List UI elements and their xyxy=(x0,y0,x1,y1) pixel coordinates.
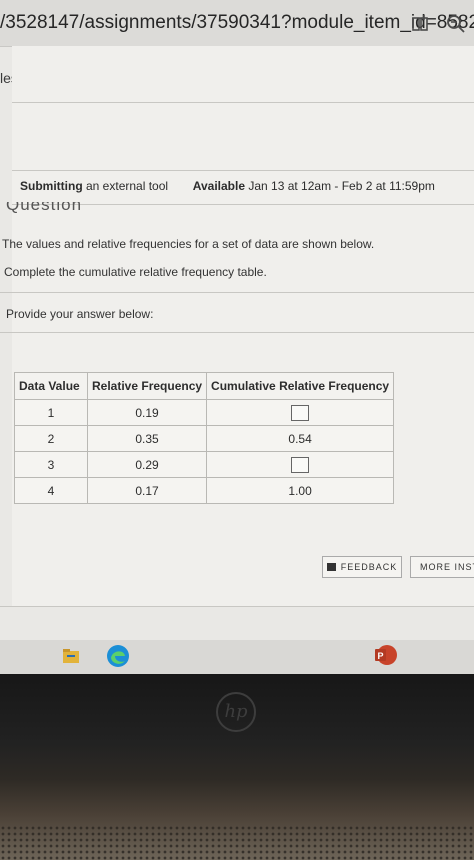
edge-browser-icon[interactable] xyxy=(106,644,130,668)
available-value: Jan 13 at 12am - Feb 2 at 11:59pm xyxy=(248,179,435,193)
table-row: 4 0.17 1.00 xyxy=(14,477,395,504)
submitting-value: an external tool xyxy=(86,179,169,193)
feedback-icon xyxy=(326,563,336,571)
relative-frequency-cell: 0.35 xyxy=(86,425,208,452)
cumulative-cell xyxy=(206,399,395,426)
frequency-table: Data Value Relative Frequency Cumulative… xyxy=(14,372,395,504)
divider xyxy=(12,102,474,103)
divider xyxy=(12,170,474,171)
table-row: 1 0.19 xyxy=(14,399,395,426)
table-row: 3 0.29 xyxy=(14,451,395,478)
feedback-label: FEEDBACK xyxy=(340,562,398,572)
question-intro: The values and relative frequencies for … xyxy=(2,237,375,251)
data-value-cell: 2 xyxy=(14,425,88,452)
speaker-grille xyxy=(0,825,474,860)
data-value-cell: 3 xyxy=(14,451,88,478)
assignment-page xyxy=(12,46,474,606)
answer-input-row-1[interactable] xyxy=(291,404,310,421)
file-explorer-icon[interactable] xyxy=(62,648,80,664)
divider xyxy=(0,606,474,607)
answer-prompt: Provide your answer below: xyxy=(6,307,154,321)
zoom-icon[interactable] xyxy=(446,14,466,34)
more-instructions-label: MORE INSTR xyxy=(420,562,474,572)
table-row: 2 0.35 0.54 xyxy=(14,425,395,452)
powerpoint-icon[interactable]: P xyxy=(374,644,398,666)
submitting-label: Submitting xyxy=(20,179,83,193)
cumulative-cell: 1.00 xyxy=(206,477,395,504)
question-heading: Question xyxy=(6,202,83,214)
reading-mode-icon[interactable] xyxy=(410,14,430,34)
column-header: Relative Frequency xyxy=(86,372,208,400)
column-header: Data Value xyxy=(14,372,88,400)
cumulative-cell xyxy=(206,451,395,478)
svg-text:P: P xyxy=(378,651,384,661)
table-header-row: Data Value Relative Frequency Cumulative… xyxy=(14,372,395,400)
assignment-meta: Submitting an external tool Available Ja… xyxy=(20,179,435,193)
taskbar: P xyxy=(0,640,474,674)
divider xyxy=(0,332,474,333)
relative-frequency-cell: 0.29 xyxy=(86,451,208,478)
cumulative-cell: 0.54 xyxy=(206,425,395,452)
available-label: Available xyxy=(192,179,245,193)
hp-logo: hp xyxy=(216,692,256,732)
data-value-cell: 1 xyxy=(14,399,88,426)
relative-frequency-cell: 0.17 xyxy=(86,477,208,504)
feedback-button[interactable]: FEEDBACK xyxy=(322,556,402,578)
question-instruction: Complete the cumulative relative frequen… xyxy=(4,265,267,279)
divider xyxy=(0,292,474,293)
browser-screen: /3528147/assignments/37590341?module_ite… xyxy=(0,0,474,640)
address-bar[interactable]: /3528147/assignments/37590341?module_ite… xyxy=(0,0,474,47)
url-text[interactable]: /3528147/assignments/37590341?module_ite… xyxy=(0,12,474,34)
relative-frequency-cell: 0.19 xyxy=(86,399,208,426)
data-value-cell: 4 xyxy=(14,477,88,504)
column-header: Cumulative Relative Frequency xyxy=(206,372,395,400)
answer-input-row-3[interactable] xyxy=(291,456,310,473)
more-instructions-button[interactable]: MORE INSTR xyxy=(410,556,474,578)
